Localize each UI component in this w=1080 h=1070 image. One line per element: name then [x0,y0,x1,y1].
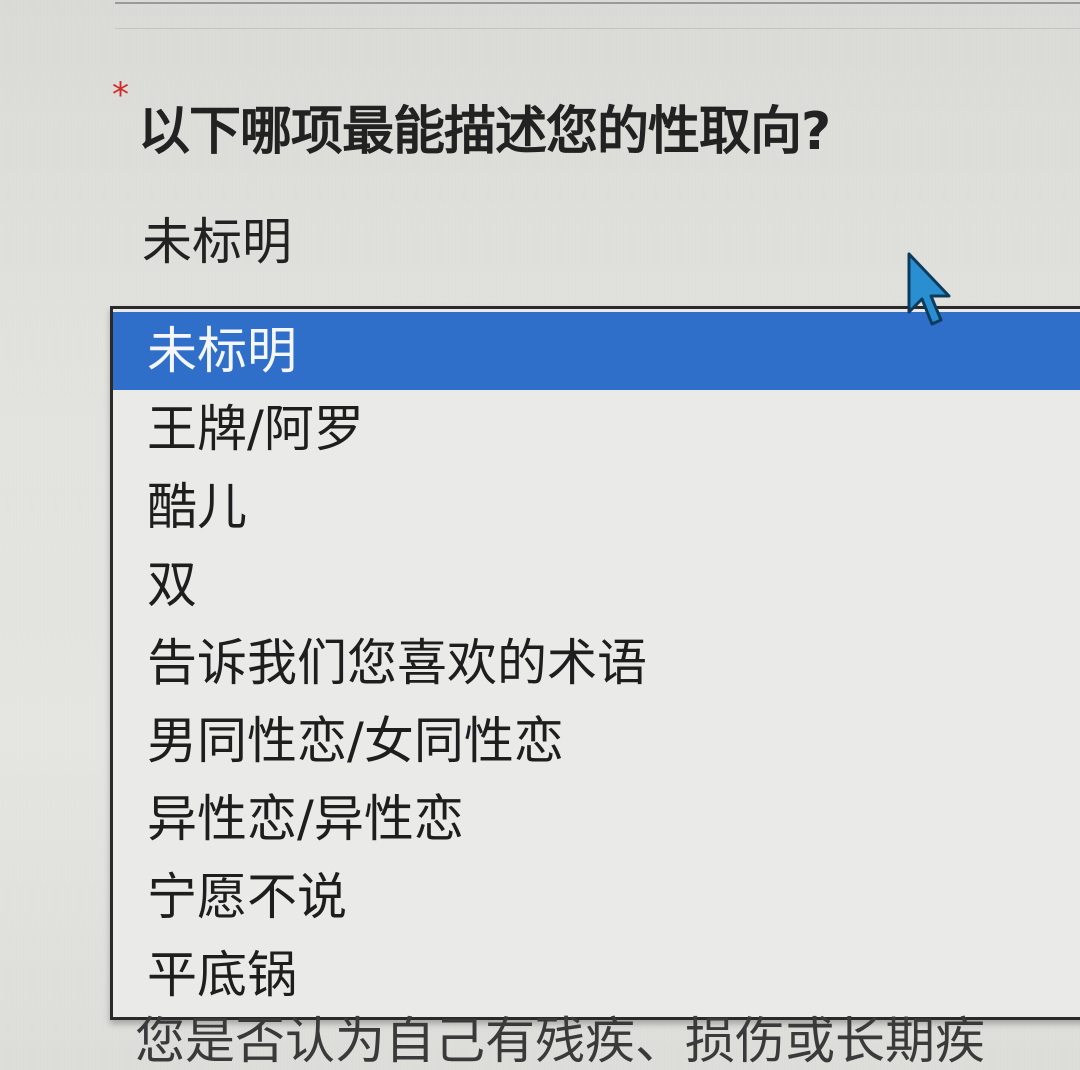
survey-page: * 以下哪项最能描述您的性取向? 未标明 未标明 王牌/阿罗 酷儿 双 告诉我们… [0,0,1080,1070]
dropdown-option-5[interactable]: 男同性恋/女同性恋 [113,702,1080,780]
dropdown-option-7[interactable]: 宁愿不说 [113,858,1080,936]
question-label: 以下哪项最能描述您的性取向? [138,102,831,162]
orientation-dropdown-list: 未标明 王牌/阿罗 酷儿 双 告诉我们您喜欢的术语 男同性恋/女同性恋 异性恋/… [110,306,1080,1020]
dropdown-option-8[interactable]: 平底锅 [113,936,1080,1014]
top-divider [115,2,1080,4]
orientation-select[interactable]: 未标明 [142,213,292,271]
next-question-partial: 您是否认为自己有残疾、损伤或长期疾 [135,1012,985,1070]
dropdown-option-6[interactable]: 异性恋/异性恋 [113,780,1080,858]
dropdown-option-1[interactable]: 王牌/阿罗 [113,390,1080,468]
dropdown-option-3[interactable]: 双 [113,546,1080,624]
mouse-pointer-icon [907,252,951,326]
required-marker: * [112,75,129,115]
top-divider-secondary [115,28,1080,29]
dropdown-option-4[interactable]: 告诉我们您喜欢的术语 [113,624,1080,702]
dropdown-option-2[interactable]: 酷儿 [113,468,1080,546]
